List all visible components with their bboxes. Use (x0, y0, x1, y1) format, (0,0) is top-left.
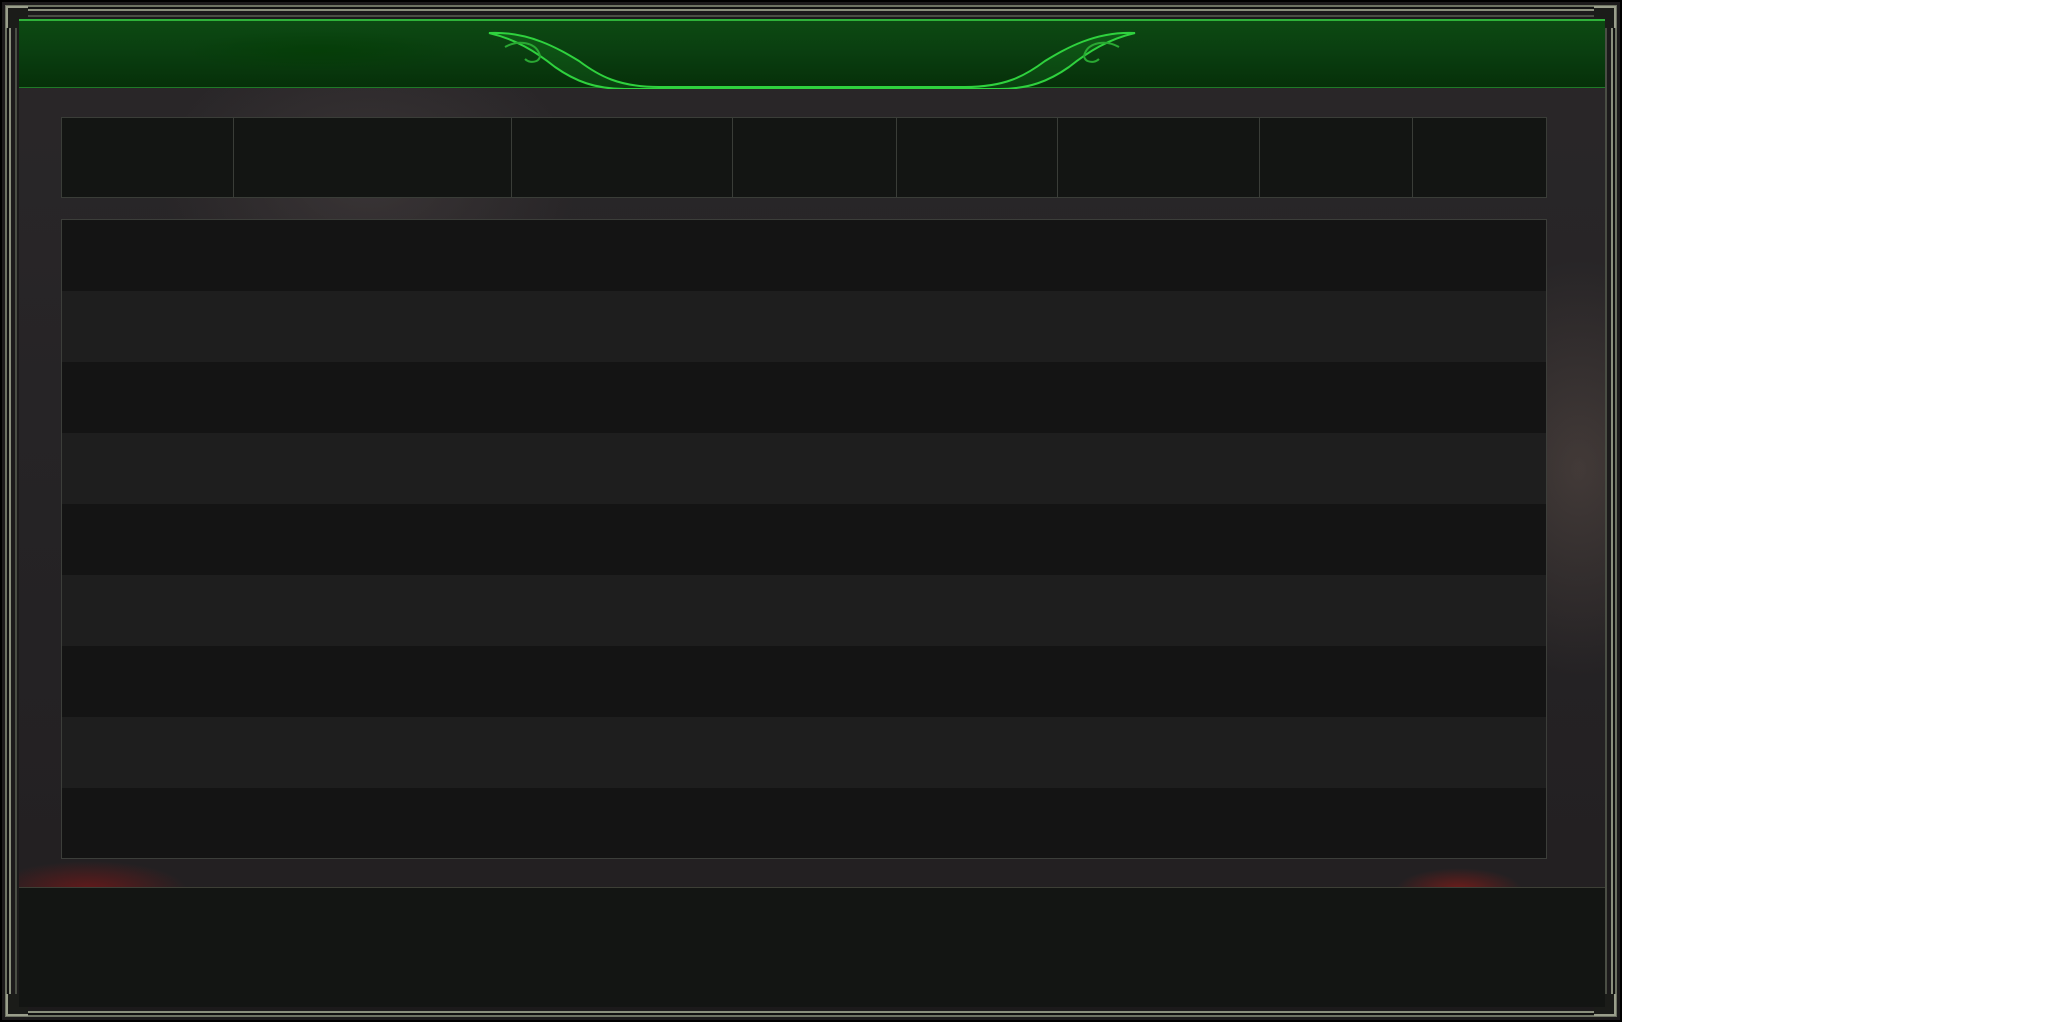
table-row[interactable] (62, 504, 1546, 575)
table-row[interactable] (62, 788, 1546, 858)
column-header[interactable] (234, 118, 512, 197)
column-header[interactable] (62, 118, 234, 197)
header-banner (19, 19, 1605, 89)
table-row[interactable] (62, 291, 1546, 362)
column-header[interactable] (1260, 118, 1413, 197)
column-header[interactable] (733, 118, 897, 197)
header-title (627, 31, 999, 71)
column-header[interactable] (512, 118, 733, 197)
table-row[interactable] (62, 717, 1546, 788)
game-window (0, 0, 1622, 1022)
table-row[interactable] (62, 362, 1546, 433)
table-row[interactable] (62, 646, 1546, 717)
column-header[interactable] (1413, 118, 1546, 197)
table-row[interactable] (62, 220, 1546, 291)
column-header[interactable] (1058, 118, 1260, 197)
table-row[interactable] (62, 433, 1546, 504)
footer-panel (19, 887, 1605, 1007)
content-area (19, 19, 1605, 1007)
table-row[interactable] (62, 575, 1546, 646)
data-table (61, 219, 1547, 859)
column-header[interactable] (897, 118, 1058, 197)
column-header-strip (61, 117, 1547, 198)
